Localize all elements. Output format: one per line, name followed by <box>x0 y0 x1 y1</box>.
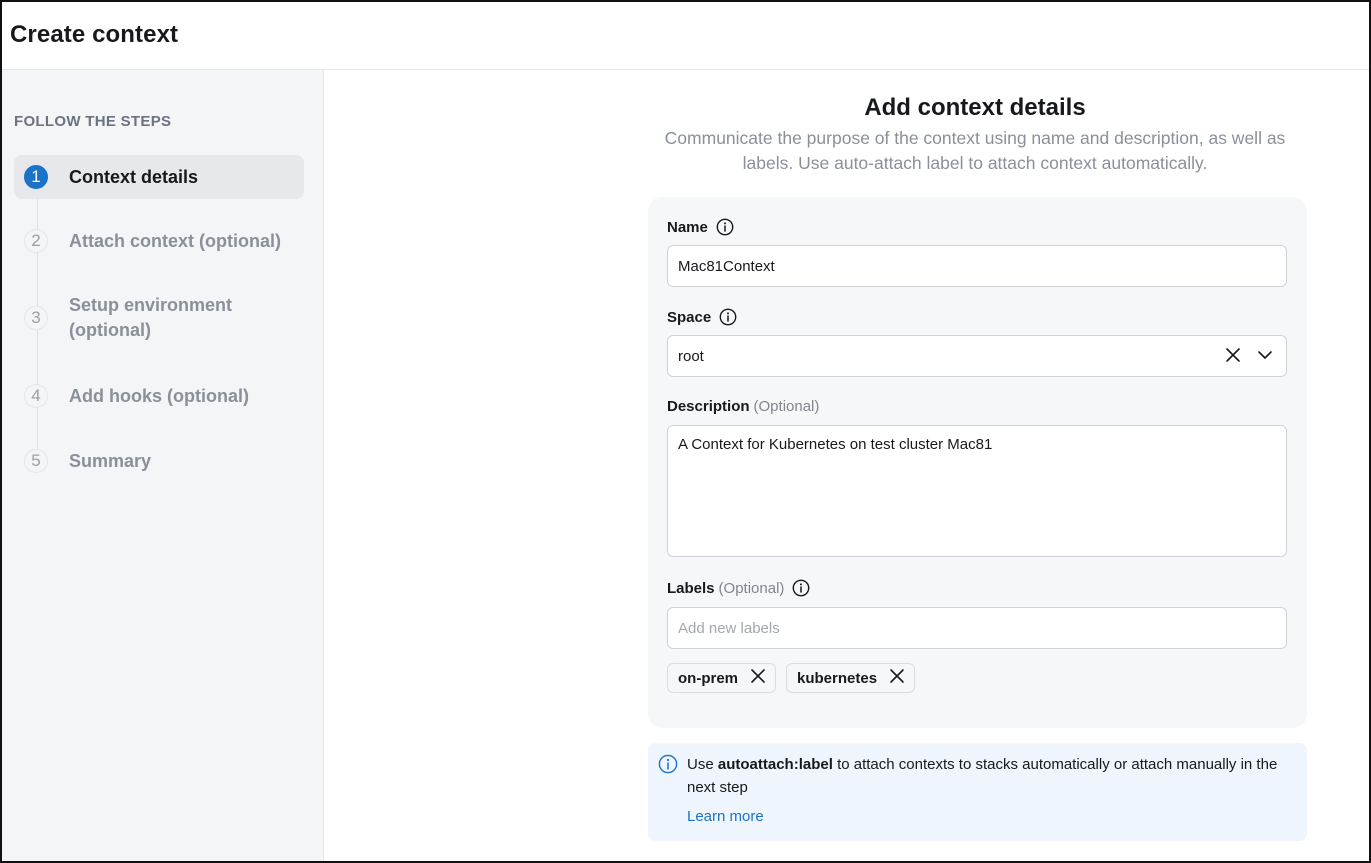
details-form-card: Name Mac81Context Space root Description… <box>648 197 1307 728</box>
description-textarea[interactable]: A Context for Kubernetes on test cluster… <box>667 425 1287 557</box>
clear-icon[interactable] <box>1224 346 1242 368</box>
main-content: Add context details Communicate the purp… <box>325 70 1369 861</box>
step-number: 4 <box>24 384 48 408</box>
step-summary[interactable]: 5 Summary <box>14 439 304 483</box>
labels-input[interactable]: Add new labels <box>667 607 1287 649</box>
info-icon[interactable] <box>719 308 737 326</box>
step-context-details[interactable]: 1 Context details <box>14 155 304 199</box>
label-chip-kubernetes: kubernetes <box>786 663 916 693</box>
optional-hint: (Optional) <box>718 579 785 597</box>
autoattach-info-note: Use autoattach:label to attach contexts … <box>648 743 1307 841</box>
info-icon[interactable] <box>792 579 810 597</box>
labels-label: Labels (Optional) <box>667 579 810 597</box>
step-label: Summary <box>69 450 152 471</box>
info-icon <box>658 754 678 779</box>
step-label: Add hooks (optional) <box>69 385 249 406</box>
name-label: Name <box>667 218 734 236</box>
chevron-down-icon[interactable] <box>1256 346 1274 368</box>
space-label-text: Space <box>667 308 712 326</box>
description-label-text: Description <box>667 398 750 415</box>
step-label: Setup environment (optional) <box>69 295 233 340</box>
learn-more-link[interactable]: Learn more <box>687 808 764 825</box>
description-label: Description (Optional) <box>667 398 819 415</box>
step-attach-context[interactable]: 2 Attach context (optional) <box>14 219 304 263</box>
note-text-bold: autoattach:label <box>717 756 833 773</box>
step-number: 3 <box>24 306 48 330</box>
section-subtitle: Communicate the purpose of the context u… <box>664 128 1286 173</box>
chip-label: on-prem <box>678 669 738 687</box>
chip-label: kubernetes <box>797 669 878 687</box>
step-number: 5 <box>24 449 48 473</box>
name-input[interactable]: Mac81Context <box>667 245 1287 287</box>
space-label: Space <box>667 308 737 326</box>
top-bar: Create context <box>2 2 1369 70</box>
steps-heading: FOLLOW THE STEPS <box>14 113 172 130</box>
section-title: Add context details <box>864 94 1086 121</box>
step-number: 1 <box>24 165 48 189</box>
step-label: Context details <box>69 166 199 187</box>
note-text-start: Use <box>687 756 714 773</box>
select-controls <box>1224 346 1274 368</box>
space-select[interactable]: root <box>667 335 1287 377</box>
name-label-text: Name <box>667 218 708 236</box>
app-window: Create context FOLLOW THE STEPS 1 Contex… <box>0 0 1371 863</box>
steps-sidebar: FOLLOW THE STEPS 1 Context details 2 Att… <box>2 70 324 861</box>
remove-chip-icon[interactable] <box>750 668 766 688</box>
labels-label-text: Labels <box>667 579 715 597</box>
space-select-value: root <box>678 347 704 365</box>
step-setup-environment[interactable]: 3 Setup environment (optional) <box>14 292 304 344</box>
label-chip-on-prem: on-prem <box>667 663 776 693</box>
info-icon[interactable] <box>716 218 734 236</box>
page-title: Create context <box>10 21 179 48</box>
step-add-hooks[interactable]: 4 Add hooks (optional) <box>14 374 304 418</box>
optional-hint: (Optional) <box>753 398 820 415</box>
step-label: Attach context (optional) <box>69 230 281 251</box>
remove-chip-icon[interactable] <box>889 668 905 688</box>
step-number: 2 <box>24 229 48 253</box>
note-text: Use autoattach:label to attach contexts … <box>687 753 1297 799</box>
